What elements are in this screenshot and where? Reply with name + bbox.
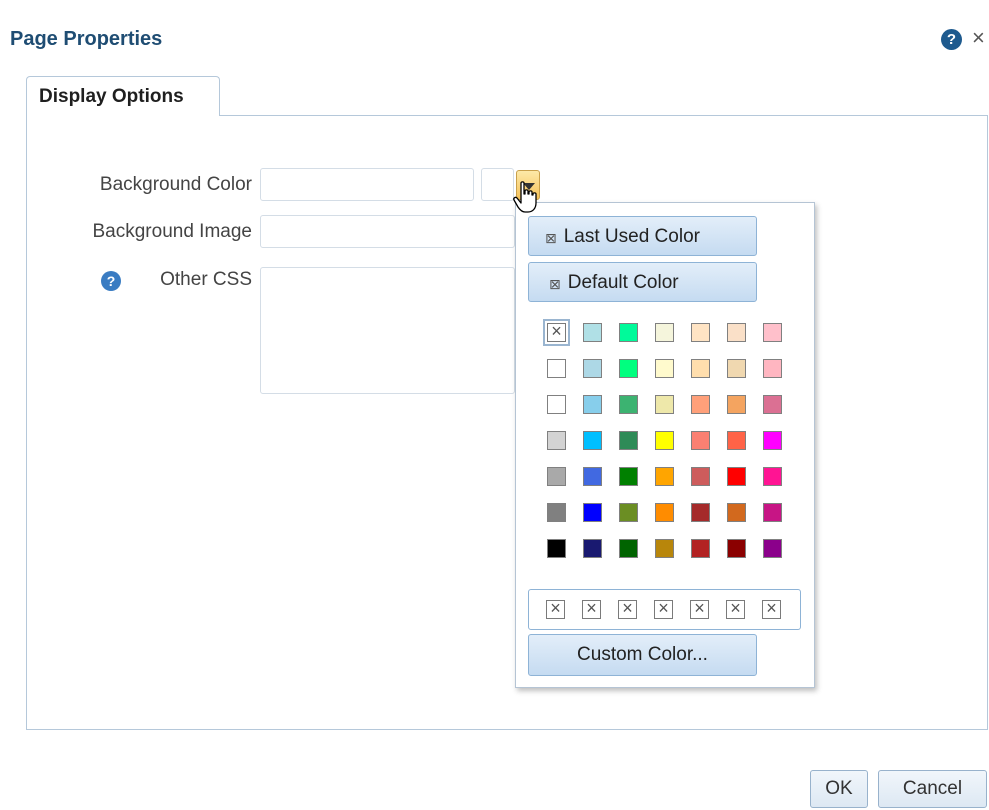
default-color-label: Default Color [567,272,679,293]
color-swatch[interactable] [583,359,602,378]
color-swatch[interactable] [619,323,638,342]
color-swatch[interactable] [547,503,566,522]
color-swatch[interactable] [655,323,674,342]
color-swatch[interactable] [727,467,746,486]
other-css-textarea[interactable] [260,267,515,394]
color-swatch[interactable] [619,539,638,558]
other-css-help-icon[interactable]: ? [101,271,121,291]
close-icon[interactable]: × [972,27,985,49]
color-swatch[interactable] [619,503,638,522]
color-swatch[interactable] [727,539,746,558]
color-swatch[interactable] [727,503,746,522]
hand-cursor-icon [513,181,537,213]
recent-color-swatch[interactable]: × [726,599,745,619]
recent-color-swatch[interactable]: × [618,599,637,619]
color-picker-popup: ⊠ Last Used Color ⊠ Default Color × × × × × × ×… [515,202,815,688]
color-swatch[interactable] [691,503,710,522]
default-color-button[interactable]: ⊠ Default Color [528,262,757,302]
color-swatch[interactable] [763,431,782,450]
no-color-icon: ⊠ [545,230,557,246]
color-swatch[interactable] [763,503,782,522]
color-swatch[interactable] [547,431,566,450]
color-swatch[interactable] [727,431,746,450]
color-swatch[interactable] [655,431,674,450]
recent-colors-row: × × × × × × × [528,589,801,630]
color-swatch[interactable] [727,395,746,414]
background-image-label: Background Image [92,221,253,242]
color-swatch[interactable] [691,359,710,378]
dialog-title: Page Properties [10,28,163,50]
other-css-label: Other CSS [160,269,252,290]
color-swatch[interactable] [655,395,674,414]
recent-color-swatch[interactable]: × [582,599,601,619]
color-swatch[interactable] [619,395,638,414]
background-image-input[interactable] [260,215,515,248]
color-preview-swatch [481,168,514,201]
tab-display-options[interactable]: Display Options [26,76,220,116]
color-swatch[interactable] [763,359,782,378]
color-swatch[interactable] [655,359,674,378]
color-swatch[interactable] [547,395,566,414]
color-swatch[interactable] [763,395,782,414]
color-swatch[interactable] [547,359,566,378]
color-swatch[interactable] [691,539,710,558]
color-swatch[interactable] [655,503,674,522]
tab-panel [26,115,988,730]
last-used-color-label: Last Used Color [563,226,700,247]
color-swatch[interactable] [763,539,782,558]
color-swatch[interactable] [763,467,782,486]
cancel-button[interactable]: Cancel [878,770,987,808]
no-color-swatch[interactable]: × [543,319,570,346]
color-swatch[interactable] [691,395,710,414]
background-color-label: Background Color [99,174,252,195]
color-swatch[interactable] [727,323,746,342]
color-swatch[interactable] [619,431,638,450]
help-icon[interactable]: ? [941,29,962,50]
color-swatch[interactable] [547,467,566,486]
color-swatch[interactable] [547,539,566,558]
color-swatch[interactable] [619,359,638,378]
custom-color-button[interactable]: Custom Color... [528,634,757,676]
color-swatch[interactable] [583,323,602,342]
recent-color-swatch[interactable]: × [546,599,565,619]
color-swatch[interactable] [583,539,602,558]
color-swatch[interactable] [583,467,602,486]
ok-button[interactable]: OK [810,770,868,808]
color-swatch[interactable] [691,323,710,342]
color-swatch[interactable] [583,395,602,414]
background-color-input[interactable] [260,168,474,201]
color-swatch[interactable] [655,539,674,558]
recent-color-swatch[interactable]: × [654,599,673,619]
color-swatch[interactable] [691,431,710,450]
color-swatch[interactable] [691,467,710,486]
color-swatch[interactable] [619,467,638,486]
color-swatch[interactable] [583,431,602,450]
color-swatch[interactable] [727,359,746,378]
recent-color-swatch[interactable]: × [762,599,781,619]
color-swatch[interactable] [763,323,782,342]
color-swatch-grid: × [543,319,797,573]
color-swatch[interactable] [583,503,602,522]
color-swatch[interactable] [655,467,674,486]
no-color-icon: ⊠ [549,276,561,292]
recent-color-swatch[interactable]: × [690,599,709,619]
last-used-color-button[interactable]: ⊠ Last Used Color [528,216,757,256]
